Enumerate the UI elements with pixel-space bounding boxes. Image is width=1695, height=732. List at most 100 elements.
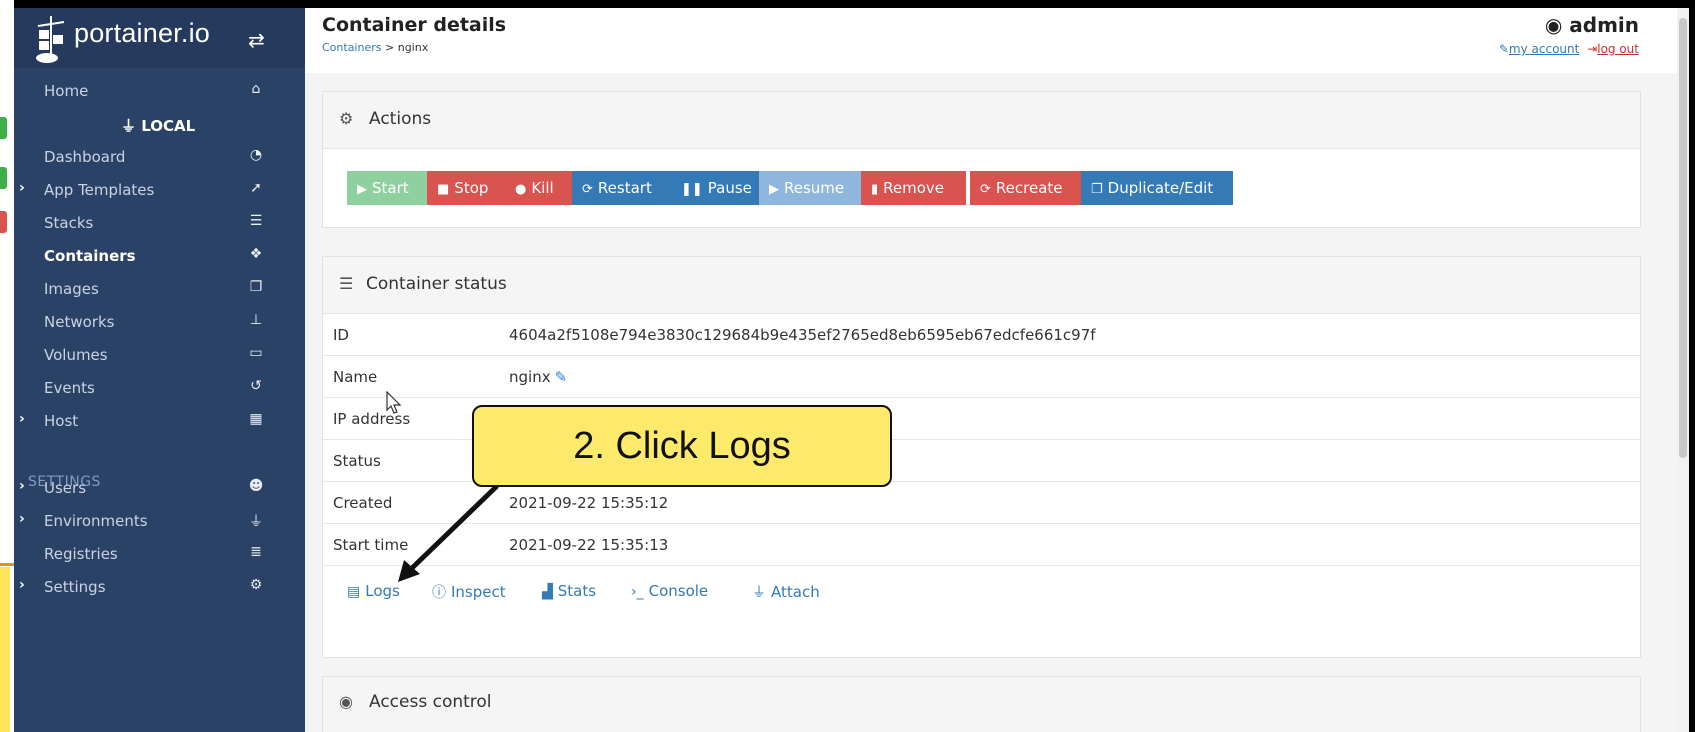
info-circle-icon: ⓘ xyxy=(432,585,446,601)
restart-button[interactable]: ⟳ Restart xyxy=(572,171,671,205)
sidebar-item-home[interactable]: Home ⌂ xyxy=(14,74,305,108)
duplicate-edit-button[interactable]: ❐ Duplicate/Edit xyxy=(1081,171,1233,205)
chevron-right-icon: › xyxy=(19,180,25,196)
brand-header: portainer.io ⇄ xyxy=(14,8,305,68)
wrench-icon: ✎ xyxy=(1498,42,1509,56)
stop-icon: ■ xyxy=(437,182,450,197)
refresh-icon: ⟳ xyxy=(582,182,593,197)
user-menu: ◉ admin xyxy=(1545,13,1639,37)
link-label: Logs xyxy=(365,582,400,600)
list-icon: ☰ xyxy=(249,213,263,229)
sign-out-icon: ⇥ xyxy=(1587,42,1598,56)
cogs-icon: ⚙ xyxy=(249,577,263,593)
link-label: Inspect xyxy=(451,583,506,601)
sidebar-item-label: Settings xyxy=(44,578,106,596)
sidebar-item-registries[interactable]: Registries ≣ xyxy=(14,537,305,571)
sidebar-item-label: Environments xyxy=(44,512,148,530)
action-buttons: ▶ Start ■ Stop ● Kill ⟳ Restart ❚❚ Pause ▶ Res… xyxy=(347,171,1247,205)
start-button[interactable]: ▶ Start xyxy=(347,171,427,205)
sidebar-item-label: App Templates xyxy=(44,181,155,199)
pause-button[interactable]: ❚❚ Pause xyxy=(671,171,759,205)
plug-icon: ⏚ xyxy=(249,514,263,530)
sidebar-item-stacks[interactable]: Stacks ☰ xyxy=(14,206,305,240)
attach-link[interactable]: ⏚ Attach xyxy=(752,582,820,602)
sitemap-icon: ⊥ xyxy=(249,312,263,328)
chevron-right-icon: › xyxy=(19,511,25,527)
file-text-icon: ▤ xyxy=(347,584,361,600)
sidebar-item-events[interactable]: Events ↺ xyxy=(14,371,305,405)
container-status-header: ☰ Container status xyxy=(323,257,1640,314)
sidebar-item-networks[interactable]: Networks ⊥ xyxy=(14,305,305,339)
log-out-link[interactable]: log out xyxy=(1597,42,1639,56)
table-row: ID 4604a2f5108e794e3830c129684b9e435ef27… xyxy=(323,313,1640,356)
red-tag xyxy=(0,211,7,233)
background-window-strip xyxy=(0,0,14,732)
stop-button[interactable]: ■ Stop xyxy=(427,171,505,205)
edit-icon[interactable]: ✎ xyxy=(555,368,568,386)
start-time-value: 2021-09-22 15:35:13 xyxy=(509,536,669,554)
kill-button[interactable]: ● Kill xyxy=(505,171,572,205)
sidebar-item-settings[interactable]: › Settings ⚙ xyxy=(14,570,305,604)
sidebar-item-host[interactable]: › Host ▦ xyxy=(14,404,305,438)
breadcrumb-containers-link[interactable]: Containers xyxy=(322,41,382,54)
actions-title: Actions xyxy=(369,109,432,129)
refresh-icon: ⟳ xyxy=(980,182,991,197)
table-row: Created 2021-09-22 15:35:12 xyxy=(323,481,1640,524)
hdd-icon: ▭ xyxy=(249,345,263,361)
access-control-header: ◉ Access control xyxy=(323,677,1640,732)
sidebar-item-environments[interactable]: › Environments ⏚ xyxy=(14,504,305,538)
actions-panel: ⚙ Actions ▶ Start ■ Stop ● Kill ⟳ Restart ❚❚… xyxy=(322,91,1641,228)
access-control-title: Access control xyxy=(369,692,492,712)
th-icon: ▦ xyxy=(249,411,263,427)
stats-link[interactable]: ▟ Stats xyxy=(542,582,596,600)
bomb-icon: ● xyxy=(515,182,527,197)
users-icon: ☻ xyxy=(248,478,264,494)
cubes-icon: ❖ xyxy=(249,246,263,262)
page-header: Container details Containers > nginx ◉ a… xyxy=(305,8,1677,73)
user-links: ✎my account ⇥log out xyxy=(1499,42,1639,56)
sidebar-item-app-templates[interactable]: › App Templates ➚ xyxy=(14,173,305,207)
recreate-button[interactable]: ⟳ Recreate xyxy=(970,171,1081,205)
sidebar-item-users[interactable]: › Users ☻ xyxy=(14,471,305,505)
terminal-icon: ›_ xyxy=(631,584,644,600)
chevron-right-icon: › xyxy=(19,577,25,593)
remove-button[interactable]: ▮ Remove xyxy=(861,171,966,205)
orange-line xyxy=(0,563,14,566)
container-status-title: Container status xyxy=(366,274,507,294)
home-icon: ⌂ xyxy=(251,81,261,97)
container-name: nginx ✎ xyxy=(509,368,567,386)
brand-name: portainer.io xyxy=(74,18,210,48)
server-icon: ☰ xyxy=(339,274,354,293)
logs-link[interactable]: ▤ Logs xyxy=(347,582,400,600)
scrollbar-thumb[interactable] xyxy=(1679,18,1687,458)
button-label: Stop xyxy=(454,179,489,197)
my-account-link[interactable]: my account xyxy=(1509,42,1579,56)
sidebar-item-dashboard[interactable]: Dashboard ◔ xyxy=(14,140,305,174)
database-icon: ≣ xyxy=(250,544,262,560)
sidebar-endpoint-local: ⏚ LOCAL xyxy=(14,107,305,141)
copy-icon: ❐ xyxy=(1091,182,1103,197)
sidebar-item-label: Users xyxy=(44,479,87,497)
resume-button[interactable]: ▶ Resume xyxy=(759,171,861,205)
dashboard-icon: ◔ xyxy=(249,147,263,163)
portainer-logo-icon xyxy=(36,16,65,63)
row-key: Created xyxy=(333,494,393,512)
endpoint-name: LOCAL xyxy=(141,117,196,135)
page-title: Container details xyxy=(322,14,507,36)
sidebar-item-label: Home xyxy=(44,82,89,100)
switch-environment-icon[interactable]: ⇄ xyxy=(248,28,265,52)
cogs-icon: ⚙ xyxy=(339,109,354,128)
container-name-value: nginx xyxy=(509,368,551,386)
button-label: Start xyxy=(372,179,409,197)
annotation-text: 2. Click Logs xyxy=(573,425,791,467)
sidebar-item-containers[interactable]: Containers ❖ xyxy=(14,239,305,273)
page-scrollbar[interactable] xyxy=(1677,8,1689,732)
console-link[interactable]: ›_ Console xyxy=(631,582,708,600)
row-key: Start time xyxy=(333,536,409,554)
sidebar-item-label: Networks xyxy=(44,313,115,331)
sidebar-item-volumes[interactable]: Volumes ▭ xyxy=(14,338,305,372)
trash-icon: ▮ xyxy=(871,182,879,197)
sidebar-item-label: Images xyxy=(44,280,99,298)
sidebar-item-images[interactable]: Images ❐ xyxy=(14,272,305,306)
inspect-link[interactable]: ⓘ Inspect xyxy=(432,582,506,602)
